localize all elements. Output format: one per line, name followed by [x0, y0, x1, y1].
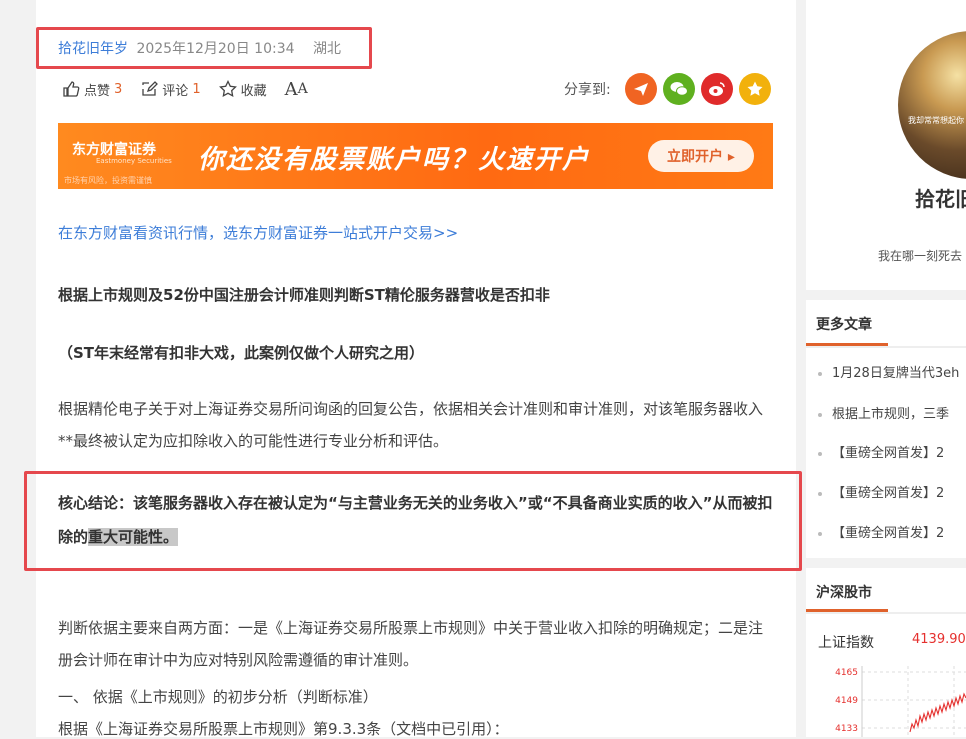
thumbs-up-icon	[63, 81, 80, 97]
article-meta: 拾花旧年岁 2025年12月20日 10:34 湖北	[58, 38, 341, 58]
share-bar: 分享到:	[564, 73, 771, 105]
news-item[interactable]: 【重磅全网首发】2	[818, 482, 944, 501]
wechat-icon	[670, 82, 688, 96]
weibo-icon	[708, 82, 725, 96]
publish-date: 2025年12月20日 10:34	[136, 41, 295, 57]
paragraph-basis: 判断依据主要来自两方面：一是《上海证券交易所股票上市规则》中关于营业收入扣除的明…	[58, 619, 764, 669]
font-size-small: A	[297, 81, 308, 97]
more-articles-header: 更多文章	[806, 300, 966, 348]
author-bio: 我在哪一刻死去	[878, 249, 963, 263]
promo-link[interactable]: 在东方财富看资讯行情，选东方财富证券一站式开户交易>>	[58, 222, 458, 243]
open-account-banner[interactable]: 东方财富证券 Eastmoney Securities 市场有风险，投资需谨慎 …	[58, 123, 773, 189]
paper-plane-icon	[633, 83, 648, 96]
paragraph-intro: 根据精伦电子关于对上海证券交易所问询函的回复公告，依据相关会计准则和审计准则，对…	[58, 400, 764, 450]
font-size-button[interactable]: AA	[285, 79, 308, 100]
like-count: 3	[114, 81, 123, 97]
edit-icon	[142, 81, 159, 96]
author-name[interactable]: 拾花旧	[915, 183, 966, 212]
star-icon	[218, 80, 237, 98]
more-articles-title: 更多文章	[816, 317, 872, 333]
y-tick-label: 4133	[835, 724, 858, 734]
share-label: 分享到:	[564, 82, 611, 98]
like-button[interactable]: 点赞 3	[62, 80, 122, 99]
banner-slogan: 你还没有股票账户吗？火速开户	[198, 145, 591, 175]
font-size-big: A	[284, 78, 298, 100]
article-subtitle: （ST年末经常有扣非大戏，此案例仅做个人研究之用）	[58, 344, 425, 362]
article-title: 根据上市规则及52份中国注册会计师准则判断ST精伦服务器营收是否扣非	[58, 286, 550, 304]
title-underline	[806, 343, 888, 346]
market-title: 沪深股市	[816, 585, 872, 601]
news-item[interactable]: 1月28日复牌当代3eh	[818, 362, 959, 381]
author-link[interactable]: 拾花旧年岁	[58, 41, 128, 57]
banner-brand: 东方财富证券	[72, 142, 156, 158]
comment-label: 评论	[162, 83, 189, 99]
comment-button[interactable]: 评论 1	[140, 80, 201, 99]
news-item[interactable]: 【重磅全网首发】2	[818, 442, 944, 461]
action-bar: 点赞 3 评论 1 收藏 AA	[62, 78, 326, 100]
collect-label: 收藏	[240, 83, 267, 99]
qzone-star-icon	[747, 81, 763, 96]
section-heading-1: 一、 依据《上市规则》的初步分析（判断标准）	[58, 688, 378, 706]
y-tick-label: 4149	[835, 696, 858, 706]
title-underline	[806, 609, 888, 612]
like-label: 点赞	[84, 83, 111, 99]
share-wechat-button[interactable]	[662, 73, 695, 105]
market-header: 沪深股市	[806, 568, 966, 614]
market-panel: 沪深股市 上证指数 4139.90 4165 4149 4133	[806, 568, 966, 737]
ip-location: 湖北	[312, 41, 341, 57]
share-guba-button[interactable]	[624, 73, 657, 105]
news-item[interactable]: 根据上市规则，三季	[818, 403, 949, 422]
more-articles-panel: 更多文章 1月28日复牌当代3eh 根据上市规则，三季 【重磅全网首发】2 【重…	[806, 300, 966, 558]
avatar-quote: 我却常常想起你 起	[908, 116, 966, 125]
open-account-button[interactable]: 立即开户 ▸	[648, 140, 754, 172]
index-name[interactable]: 上证指数	[818, 632, 874, 652]
collect-button[interactable]: 收藏	[218, 80, 267, 99]
author-card: 我却常常想起你 起 拾花旧 我在哪一刻死去	[806, 0, 966, 290]
core-conclusion: 核心结论：该笔服务器收入存在被认定为“与主营业务无关的业务收入”或“不具备商业实…	[58, 486, 778, 554]
news-item[interactable]: 【重磅全网首发】2	[818, 522, 944, 541]
avatar[interactable]: 我却常常想起你 起	[898, 31, 966, 179]
index-mini-chart: 4165 4149 4133	[835, 666, 966, 737]
index-value: 4139.90	[912, 632, 966, 647]
paragraph-rule: 根据《上海证券交易所股票上市规则》第9.3.3条（文档中已引用）：	[58, 720, 509, 738]
article-panel: 拾花旧年岁 2025年12月20日 10:34 湖北 点赞 3 评论 1 收藏 …	[24, 0, 802, 738]
comment-count: 1	[192, 81, 201, 97]
selected-text: 重大可能性。	[88, 528, 179, 546]
y-tick-label: 4165	[835, 668, 858, 678]
banner-brand-en: Eastmoney Securities	[96, 157, 172, 165]
banner-risk-note: 市场有风险，投资需谨慎	[64, 176, 152, 185]
share-weibo-button[interactable]	[700, 73, 733, 105]
share-qzone-button[interactable]	[738, 73, 771, 105]
